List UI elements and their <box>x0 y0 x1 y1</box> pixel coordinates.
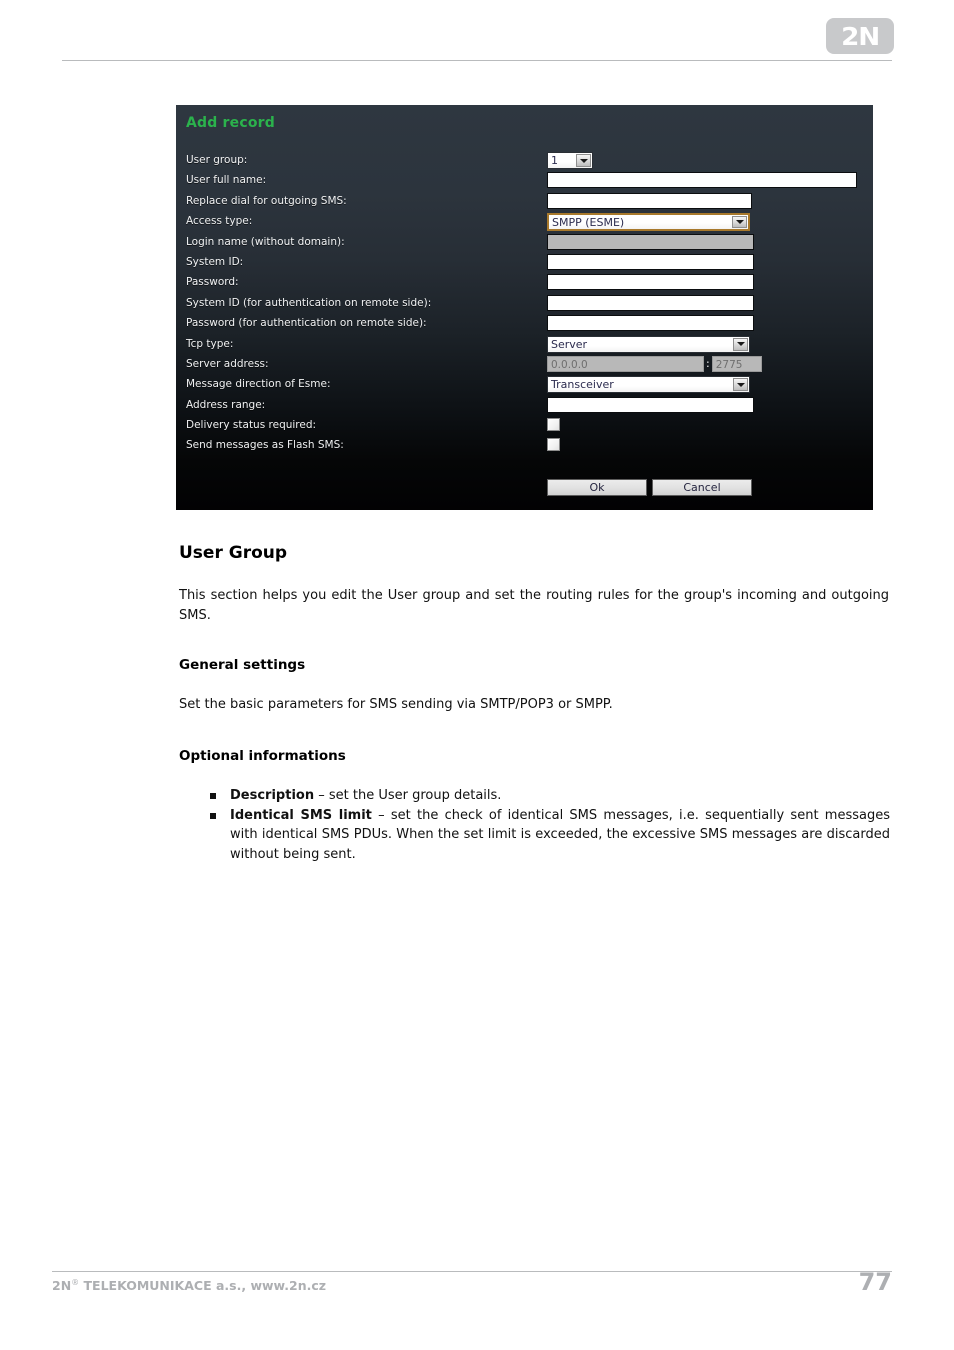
user-group-select[interactable]: 1 <box>547 152 593 169</box>
user-group-select-value: 1 <box>551 154 558 167</box>
message-direction-select-wrap: Transceiver <box>547 376 750 394</box>
optional-informations-heading: Optional informations <box>179 748 346 764</box>
bullet-square-icon <box>210 812 216 819</box>
label-server-address: Server address: <box>186 357 269 370</box>
bullet-term: Identical SMS limit <box>230 807 372 823</box>
access-type-select[interactable]: SMPP (ESME) <box>547 213 750 232</box>
bullet-term: Description <box>230 788 315 803</box>
list-item: Description – set the User group details… <box>208 786 890 806</box>
server-address-separator: : <box>706 357 710 371</box>
access-type-select-value: SMPP (ESME) <box>552 215 625 229</box>
tcp-type-select[interactable]: Server <box>547 335 750 353</box>
form-row-flash-sms: Send messages as Flash SMS: <box>176 437 873 457</box>
user-full-name-input-wrap <box>547 172 857 189</box>
general-settings-heading: General settings <box>179 657 306 673</box>
password-remote-input-wrap <box>547 315 754 332</box>
system-id-input[interactable] <box>547 253 754 270</box>
form-row-system-id: System ID: <box>176 253 873 274</box>
form-row-tcp-type: Tcp type: Server <box>176 335 873 356</box>
system-id-input-wrap <box>547 253 754 270</box>
brand-logo-2n: 2N <box>826 18 894 54</box>
add-record-form: User group: 1 User full name: Replace di… <box>176 152 873 458</box>
list-item: Identical SMS limit – set the check of i… <box>208 806 890 865</box>
replace-dial-input[interactable] <box>547 192 752 209</box>
user-group-select-wrap: 1 <box>547 152 593 169</box>
label-user-group: User group: <box>186 154 248 166</box>
form-row-replace-dial: Replace dial for outgoing SMS: <box>176 192 873 213</box>
form-row-login-name: Login name (without domain): <box>176 233 873 254</box>
bullet-text: – set the User group details. <box>314 788 502 803</box>
form-row-password-remote: Password (for authentication on remote s… <box>176 315 873 335</box>
chevron-down-icon[interactable] <box>733 337 748 351</box>
server-address-ip-input: 0.0.0.0 <box>547 355 704 372</box>
general-settings-paragraph: Set the basic parameters for SMS sending… <box>179 697 613 712</box>
label-flash-sms: Send messages as Flash SMS: <box>186 439 344 452</box>
delivery-status-checkbox[interactable] <box>547 418 560 432</box>
form-row-password: Password: <box>176 274 873 294</box>
address-range-input-wrap <box>547 396 754 413</box>
form-row-delivery-status: Delivery status required: <box>176 417 873 437</box>
password-input[interactable] <box>547 274 754 291</box>
brand-logo-text: 2N <box>840 21 880 51</box>
system-id-remote-input-wrap <box>547 294 754 311</box>
header-divider <box>62 60 892 61</box>
ok-button[interactable]: Ok <box>547 479 647 496</box>
optional-informations-list: Description – set the User group details… <box>208 786 890 864</box>
footer-company-rest: TELEKOMUNIKACE a.s., www.2n.cz <box>79 1278 327 1294</box>
page-header: 2N <box>0 0 954 70</box>
label-password: Password: <box>186 276 239 289</box>
form-row-user-group: User group: 1 <box>176 152 873 172</box>
server-address-wrap: 0.0.0.0 : 2775 <box>547 355 762 372</box>
add-record-dialog-screenshot: Add record User group: 1 User full name:… <box>176 105 873 510</box>
label-system-id-remote: System ID (for authentication on remote … <box>186 296 432 309</box>
label-replace-dial: Replace dial for outgoing SMS: <box>186 194 347 207</box>
tcp-type-select-value: Server <box>551 337 588 351</box>
tcp-type-select-wrap: Server <box>547 335 750 353</box>
cancel-button[interactable]: Cancel <box>652 479 752 496</box>
form-row-system-id-remote: System ID (for authentication on remote … <box>176 294 873 315</box>
dialog-title: Add record <box>186 115 275 131</box>
flash-sms-checkbox[interactable] <box>547 438 560 452</box>
footer-company: 2N® TELEKOMUNIKACE a.s., www.2n.cz <box>52 1278 326 1293</box>
delivery-status-checkbox-wrap <box>547 417 560 432</box>
address-range-input[interactable] <box>547 396 754 413</box>
password-remote-input[interactable] <box>547 315 754 332</box>
label-user-full-name: User full name: <box>186 174 267 187</box>
footer-company-name: 2N <box>52 1278 72 1294</box>
footer-divider <box>52 1271 892 1272</box>
page-title: User Group <box>179 543 288 563</box>
registered-mark-icon: ® <box>71 1278 80 1287</box>
form-row-user-full-name: User full name: <box>176 172 873 192</box>
form-row-message-direction: Message direction of Esme: Transceiver <box>176 376 873 396</box>
login-name-input <box>547 233 754 250</box>
label-login-name: Login name (without domain): <box>186 235 345 248</box>
label-address-range: Address range: <box>186 398 266 411</box>
login-name-input-wrap <box>547 233 754 250</box>
form-row-access-type: Access type: SMPP (ESME) <box>176 213 873 233</box>
flash-sms-checkbox-wrap <box>547 437 560 452</box>
password-input-wrap <box>547 274 754 291</box>
label-tcp-type: Tcp type: <box>186 337 234 350</box>
replace-dial-input-wrap <box>547 192 752 209</box>
intro-paragraph: This section helps you edit the User gro… <box>179 588 889 623</box>
label-delivery-status: Delivery status required: <box>186 419 317 432</box>
dialog-button-row: Ok Cancel <box>547 479 752 496</box>
form-row-server-address: Server address: 0.0.0.0 : 2775 <box>176 355 873 376</box>
label-password-remote: Password (for authentication on remote s… <box>186 317 427 330</box>
label-message-direction: Message direction of Esme: <box>186 378 331 391</box>
access-type-select-wrap: SMPP (ESME) <box>547 213 750 232</box>
system-id-remote-input[interactable] <box>547 294 754 311</box>
chevron-down-icon[interactable] <box>576 154 591 167</box>
bullet-square-icon <box>210 793 216 799</box>
chevron-down-icon[interactable] <box>732 216 747 229</box>
server-address-port-input: 2775 <box>711 355 762 372</box>
chevron-down-icon[interactable] <box>733 378 748 392</box>
message-direction-select[interactable]: Transceiver <box>547 376 750 394</box>
form-row-address-range: Address range: <box>176 396 873 417</box>
message-direction-select-value: Transceiver <box>551 378 614 392</box>
user-full-name-input[interactable] <box>547 172 857 189</box>
label-system-id: System ID: <box>186 255 244 268</box>
label-access-type: Access type: <box>186 215 253 228</box>
page-number: 77 <box>858 1268 892 1296</box>
